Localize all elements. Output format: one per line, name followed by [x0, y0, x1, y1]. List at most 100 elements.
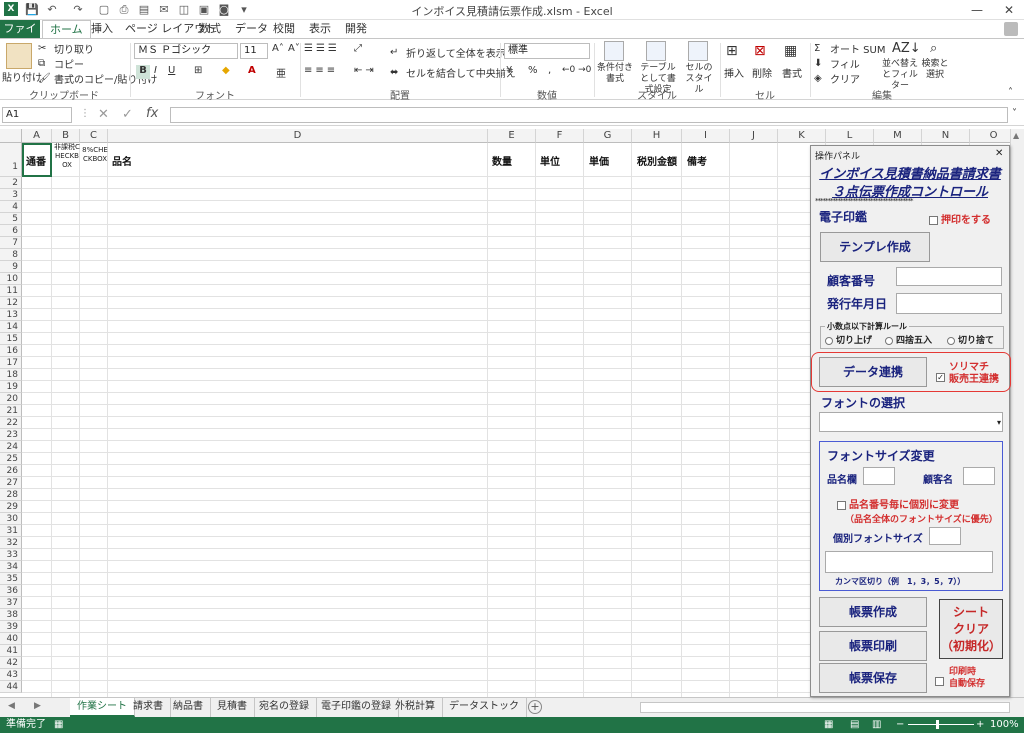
row-header[interactable]: 10: [0, 273, 22, 285]
copy-button[interactable]: ⧉ コピー: [38, 56, 84, 72]
row-header[interactable]: 30: [0, 513, 22, 525]
normal-view-icon[interactable]: ▦: [824, 717, 833, 733]
row-header[interactable]: 39: [0, 621, 22, 633]
horizontal-scrollbar[interactable]: [640, 702, 1010, 713]
autosum-button[interactable]: Σ オート SUM: [814, 41, 885, 57]
column-header-o[interactable]: O: [970, 129, 1010, 143]
stamp-check-box[interactable]: [929, 215, 938, 225]
row-header[interactable]: 37: [0, 597, 22, 609]
format-cells-button[interactable]: 書式: [782, 65, 802, 80]
row-header[interactable]: 15: [0, 333, 22, 345]
scroll-up-icon[interactable]: ▲: [1013, 131, 1022, 140]
data-link-button[interactable]: データ連携: [819, 357, 927, 387]
currency-icon[interactable]: ¥: [506, 65, 512, 76]
delete-cells-button[interactable]: 削除: [752, 65, 772, 80]
column-header-i[interactable]: I: [682, 129, 730, 143]
cut-button[interactable]: ✂ 切り取り: [38, 41, 94, 57]
row-header[interactable]: 20: [0, 393, 22, 405]
number-format-select[interactable]: 標準: [504, 43, 590, 59]
round-down-radio-dot[interactable]: [947, 336, 955, 345]
column-header-m[interactable]: M: [874, 129, 922, 143]
column-header-c[interactable]: C: [80, 129, 108, 143]
row-header[interactable]: 19: [0, 381, 22, 393]
round-down-radio[interactable]: 切り捨て: [947, 333, 994, 346]
fill-button[interactable]: ⬇ フィル: [814, 56, 860, 72]
column-header-d[interactable]: D: [108, 129, 488, 143]
row-header[interactable]: 11: [0, 285, 22, 297]
row-header[interactable]: 44: [0, 681, 22, 693]
customer-number-input[interactable]: [896, 267, 1002, 286]
row-header[interactable]: 32: [0, 537, 22, 549]
enter-icon[interactable]: ✓: [122, 107, 133, 122]
close-window-button[interactable]: ✕: [994, 0, 1024, 20]
header-cell-tax-free[interactable]: 非課税CHECKBOX: [53, 143, 81, 170]
row-header[interactable]: 28: [0, 489, 22, 501]
tab-formulas[interactable]: 数式: [192, 20, 228, 38]
row-header[interactable]: 34: [0, 561, 22, 573]
row-header[interactable]: 13: [0, 309, 22, 321]
sheet-clear-button[interactable]: シート クリア （初期化）: [939, 599, 1003, 659]
function-icon[interactable]: fx: [146, 106, 158, 121]
phonetic-icon[interactable]: 亜: [276, 65, 286, 80]
prev-sheet-icon[interactable]: ◀: [8, 701, 15, 711]
row-header[interactable]: 36: [0, 585, 22, 597]
row-header[interactable]: 1: [0, 143, 22, 177]
row-header[interactable]: 5: [0, 213, 22, 225]
round-up-radio-dot[interactable]: [825, 336, 833, 345]
tab-review[interactable]: 校閲: [266, 20, 302, 38]
sheet-tab-invoice[interactable]: 請求書: [126, 698, 171, 717]
add-sheet-icon[interactable]: +: [528, 700, 542, 714]
expand-formula-icon[interactable]: ˅: [1012, 108, 1017, 119]
round-half-radio[interactable]: 四捨五入: [885, 333, 932, 346]
macro-record-icon[interactable]: ▦: [54, 717, 63, 733]
tab-file[interactable]: ファイル: [0, 20, 40, 53]
row-header[interactable]: 40: [0, 633, 22, 645]
stamp-checkbox[interactable]: 押印をする: [929, 211, 991, 226]
sheet-tab-tax[interactable]: 外税計算: [388, 698, 443, 717]
orientation-icon[interactable]: ⤢: [354, 43, 362, 54]
header-cell-item-name[interactable]: 品名: [112, 153, 132, 168]
next-sheet-icon[interactable]: ▶: [34, 701, 41, 711]
column-header-h[interactable]: H: [632, 129, 682, 143]
sheet-tab-delivery[interactable]: 納品書: [166, 698, 211, 717]
decimal-icons[interactable]: ←0 →0: [562, 65, 591, 75]
border-icon[interactable]: ⊞: [194, 65, 202, 76]
template-create-button[interactable]: テンプレ作成: [820, 232, 930, 262]
page-layout-view-icon[interactable]: ▤: [850, 717, 859, 733]
formula-input[interactable]: [170, 107, 1008, 123]
row-header[interactable]: 22: [0, 417, 22, 429]
print-form-button[interactable]: 帳票印刷: [819, 631, 927, 661]
row-header[interactable]: 31: [0, 525, 22, 537]
customer-name-size-input[interactable]: [963, 467, 995, 485]
tab-developer[interactable]: 開発: [338, 20, 374, 38]
cancel-icon[interactable]: ✕: [98, 107, 109, 122]
row-header[interactable]: 6: [0, 225, 22, 237]
row-header[interactable]: 3: [0, 189, 22, 201]
per-item-check-box[interactable]: [837, 500, 846, 510]
individual-size-input[interactable]: [929, 527, 961, 545]
header-cell-remarks[interactable]: 備考: [687, 153, 707, 168]
tab-insert[interactable]: 挿入: [84, 20, 120, 38]
row-header[interactable]: 2: [0, 177, 22, 189]
row-header[interactable]: 16: [0, 345, 22, 357]
header-cell-unit[interactable]: 単位: [540, 153, 560, 168]
tab-view[interactable]: 表示: [302, 20, 338, 38]
column-header-f[interactable]: F: [536, 129, 584, 143]
paste-button[interactable]: 貼り付け: [2, 69, 42, 84]
row-header[interactable]: 24: [0, 441, 22, 453]
row-header[interactable]: 23: [0, 429, 22, 441]
sheet-tab-seal[interactable]: 電子印鑑の登録: [314, 698, 399, 717]
italic-button[interactable]: I: [154, 65, 157, 76]
per-item-checkbox[interactable]: 品名番号毎に個別に変更: [837, 496, 959, 511]
insert-cells-button[interactable]: 挿入: [724, 65, 744, 80]
sorimachi-checkbox[interactable]: ✓: [936, 370, 948, 383]
row-header[interactable]: 9: [0, 261, 22, 273]
find-select-button[interactable]: 検索と選択: [920, 59, 950, 81]
grow-font-icon[interactable]: A˄: [272, 43, 284, 54]
underline-button[interactable]: U: [168, 65, 175, 76]
row-header[interactable]: 43: [0, 669, 22, 681]
save-form-button[interactable]: 帳票保存: [819, 663, 927, 693]
row-header[interactable]: 35: [0, 573, 22, 585]
zoom-in-icon[interactable]: +: [976, 717, 984, 733]
zoom-level[interactable]: 100%: [990, 717, 1019, 733]
